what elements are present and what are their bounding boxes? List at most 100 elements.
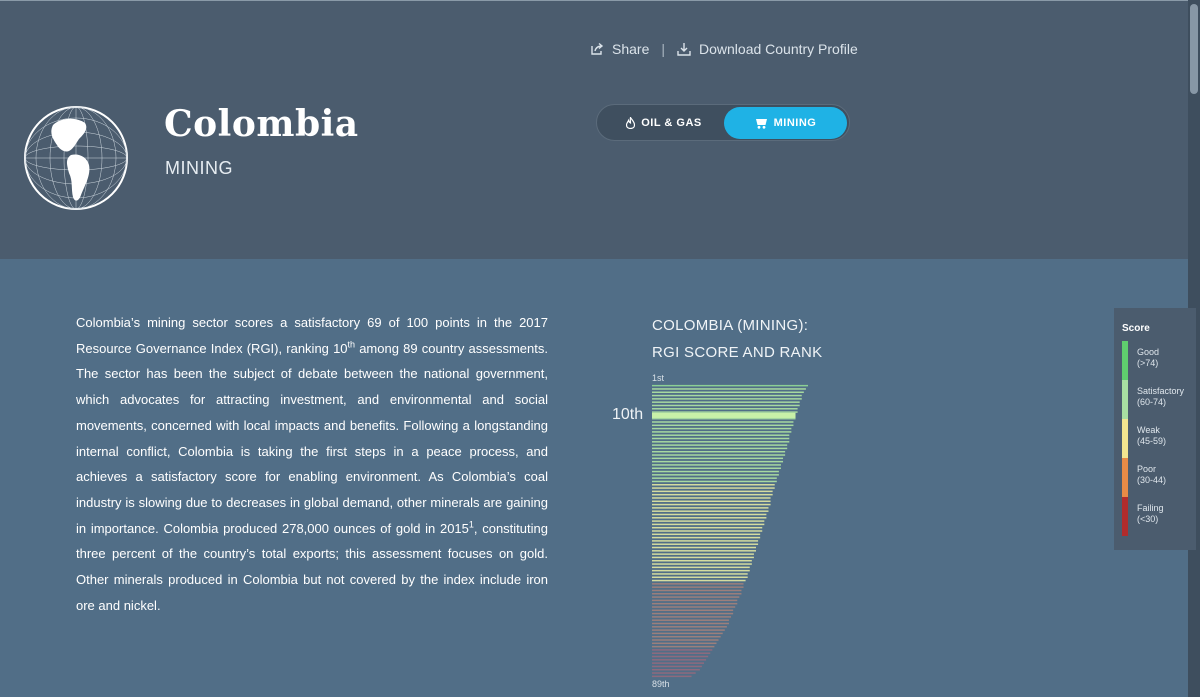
rank-bar[interactable] (652, 530, 763, 532)
rank-bar[interactable] (652, 652, 711, 654)
rank-bar[interactable] (652, 421, 794, 423)
rank-bar[interactable] (652, 662, 704, 664)
rank-bar[interactable] (652, 589, 742, 592)
rank-bar[interactable] (652, 675, 692, 678)
rank-bar[interactable] (652, 655, 709, 658)
rank-bar[interactable] (652, 540, 759, 542)
rank-bar[interactable] (652, 606, 736, 608)
rank-bar[interactable] (652, 441, 790, 443)
rank-bar[interactable] (652, 573, 748, 575)
rank-bar[interactable] (652, 632, 723, 635)
rank-bar[interactable] (652, 431, 792, 433)
rank-bar[interactable] (652, 424, 794, 427)
rank-bar[interactable] (652, 467, 781, 469)
rank-bar[interactable] (652, 626, 727, 628)
rank-bar[interactable] (652, 553, 754, 555)
rank-bar[interactable] (652, 427, 792, 430)
rank-bar[interactable] (652, 559, 752, 562)
rank-bar[interactable] (652, 629, 725, 631)
rank-bar[interactable] (652, 599, 738, 602)
rank-bar[interactable] (652, 417, 796, 420)
rank-bar[interactable] (652, 546, 756, 549)
rank-bar[interactable] (652, 394, 802, 397)
rank-bar[interactable] (652, 635, 721, 638)
rank-bar[interactable] (652, 464, 781, 466)
tab-mining-label: MINING (773, 117, 817, 129)
rank-bar-highlight[interactable] (652, 412, 796, 419)
rank-bar[interactable] (652, 437, 790, 440)
share-link[interactable]: Share (590, 41, 649, 57)
rank-bar[interactable] (652, 665, 702, 668)
rank-bar[interactable] (652, 484, 775, 486)
rank-bar[interactable] (652, 543, 759, 545)
rank-bar[interactable] (652, 411, 798, 413)
rank-bar[interactable] (652, 612, 734, 615)
rank-bar[interactable] (652, 550, 756, 552)
legend-good-range: (>74) (1137, 358, 1159, 368)
rank-bar[interactable] (652, 586, 744, 588)
rank-bar[interactable] (652, 583, 744, 585)
rank-bar[interactable] (652, 596, 740, 598)
rank-bar[interactable] (652, 404, 800, 407)
rank-bar[interactable] (652, 408, 798, 410)
rank-bar[interactable] (652, 384, 808, 387)
rank-bar[interactable] (652, 460, 784, 463)
rank-bar[interactable] (652, 507, 769, 509)
rank-bar[interactable] (652, 563, 752, 565)
rank-bar[interactable] (652, 533, 761, 536)
rank-bar[interactable] (652, 454, 786, 456)
rank-bar[interactable] (652, 616, 732, 618)
rank-bar[interactable] (652, 457, 784, 460)
rank-bar[interactable] (652, 576, 748, 578)
rank-bar[interactable] (652, 401, 800, 403)
rank-bar[interactable] (652, 536, 761, 539)
rank-bar[interactable] (652, 447, 788, 450)
rank-bar[interactable] (652, 391, 804, 394)
rank-bar[interactable] (652, 434, 790, 436)
rank-bar[interactable] (652, 659, 707, 661)
rank-bar[interactable] (652, 493, 773, 496)
rank-bar[interactable] (652, 569, 750, 572)
rank-bar[interactable] (652, 477, 777, 479)
tab-oil-gas[interactable]: OIL & GAS (605, 107, 723, 139)
rank-bar[interactable] (652, 510, 769, 512)
rank-bar[interactable] (652, 669, 700, 671)
rank-bar[interactable] (652, 497, 771, 499)
rank-bar[interactable] (652, 500, 771, 503)
rank-bar[interactable] (652, 398, 802, 400)
rank-bar[interactable] (652, 556, 754, 559)
rank-bar[interactable] (652, 503, 771, 506)
intro-text-2: among 89 country assessments. The sector… (76, 340, 548, 536)
rank-bar[interactable] (652, 487, 775, 489)
rank-bar[interactable] (652, 470, 779, 473)
rank-bar[interactable] (652, 645, 715, 648)
mining-cart-icon (755, 119, 767, 129)
scrollbar-thumb[interactable] (1190, 4, 1198, 94)
rank-bar[interactable] (652, 444, 788, 446)
rank-bar[interactable] (652, 619, 729, 621)
tab-mining[interactable]: MINING (724, 107, 847, 139)
rank-bar[interactable] (652, 520, 765, 522)
rank-bar[interactable] (652, 480, 777, 483)
legend-failing-label: Failing (1137, 503, 1164, 513)
rank-bar[interactable] (652, 388, 806, 390)
rank-bar[interactable] (652, 566, 750, 569)
rank-bar[interactable] (652, 649, 713, 651)
rank-bar[interactable] (652, 474, 779, 476)
rank-bar[interactable] (652, 513, 767, 516)
download-profile-link[interactable]: Download Country Profile (677, 41, 858, 57)
rank-bar[interactable] (652, 450, 786, 453)
rank-bar[interactable] (652, 526, 763, 529)
rank-bar[interactable] (652, 517, 767, 519)
rank-bar[interactable] (652, 642, 717, 645)
rank-bar[interactable] (652, 523, 765, 526)
rank-bar[interactable] (652, 593, 742, 595)
rank-bar[interactable] (652, 602, 738, 605)
rank-bar[interactable] (652, 490, 773, 493)
rank-bar[interactable] (652, 579, 746, 582)
legend-item-weak: Weak (45-59) (1122, 419, 1194, 458)
rank-bar[interactable] (652, 622, 729, 625)
rank-bar[interactable] (652, 672, 696, 674)
rank-bar[interactable] (652, 609, 734, 612)
rank-bar[interactable] (652, 639, 719, 641)
